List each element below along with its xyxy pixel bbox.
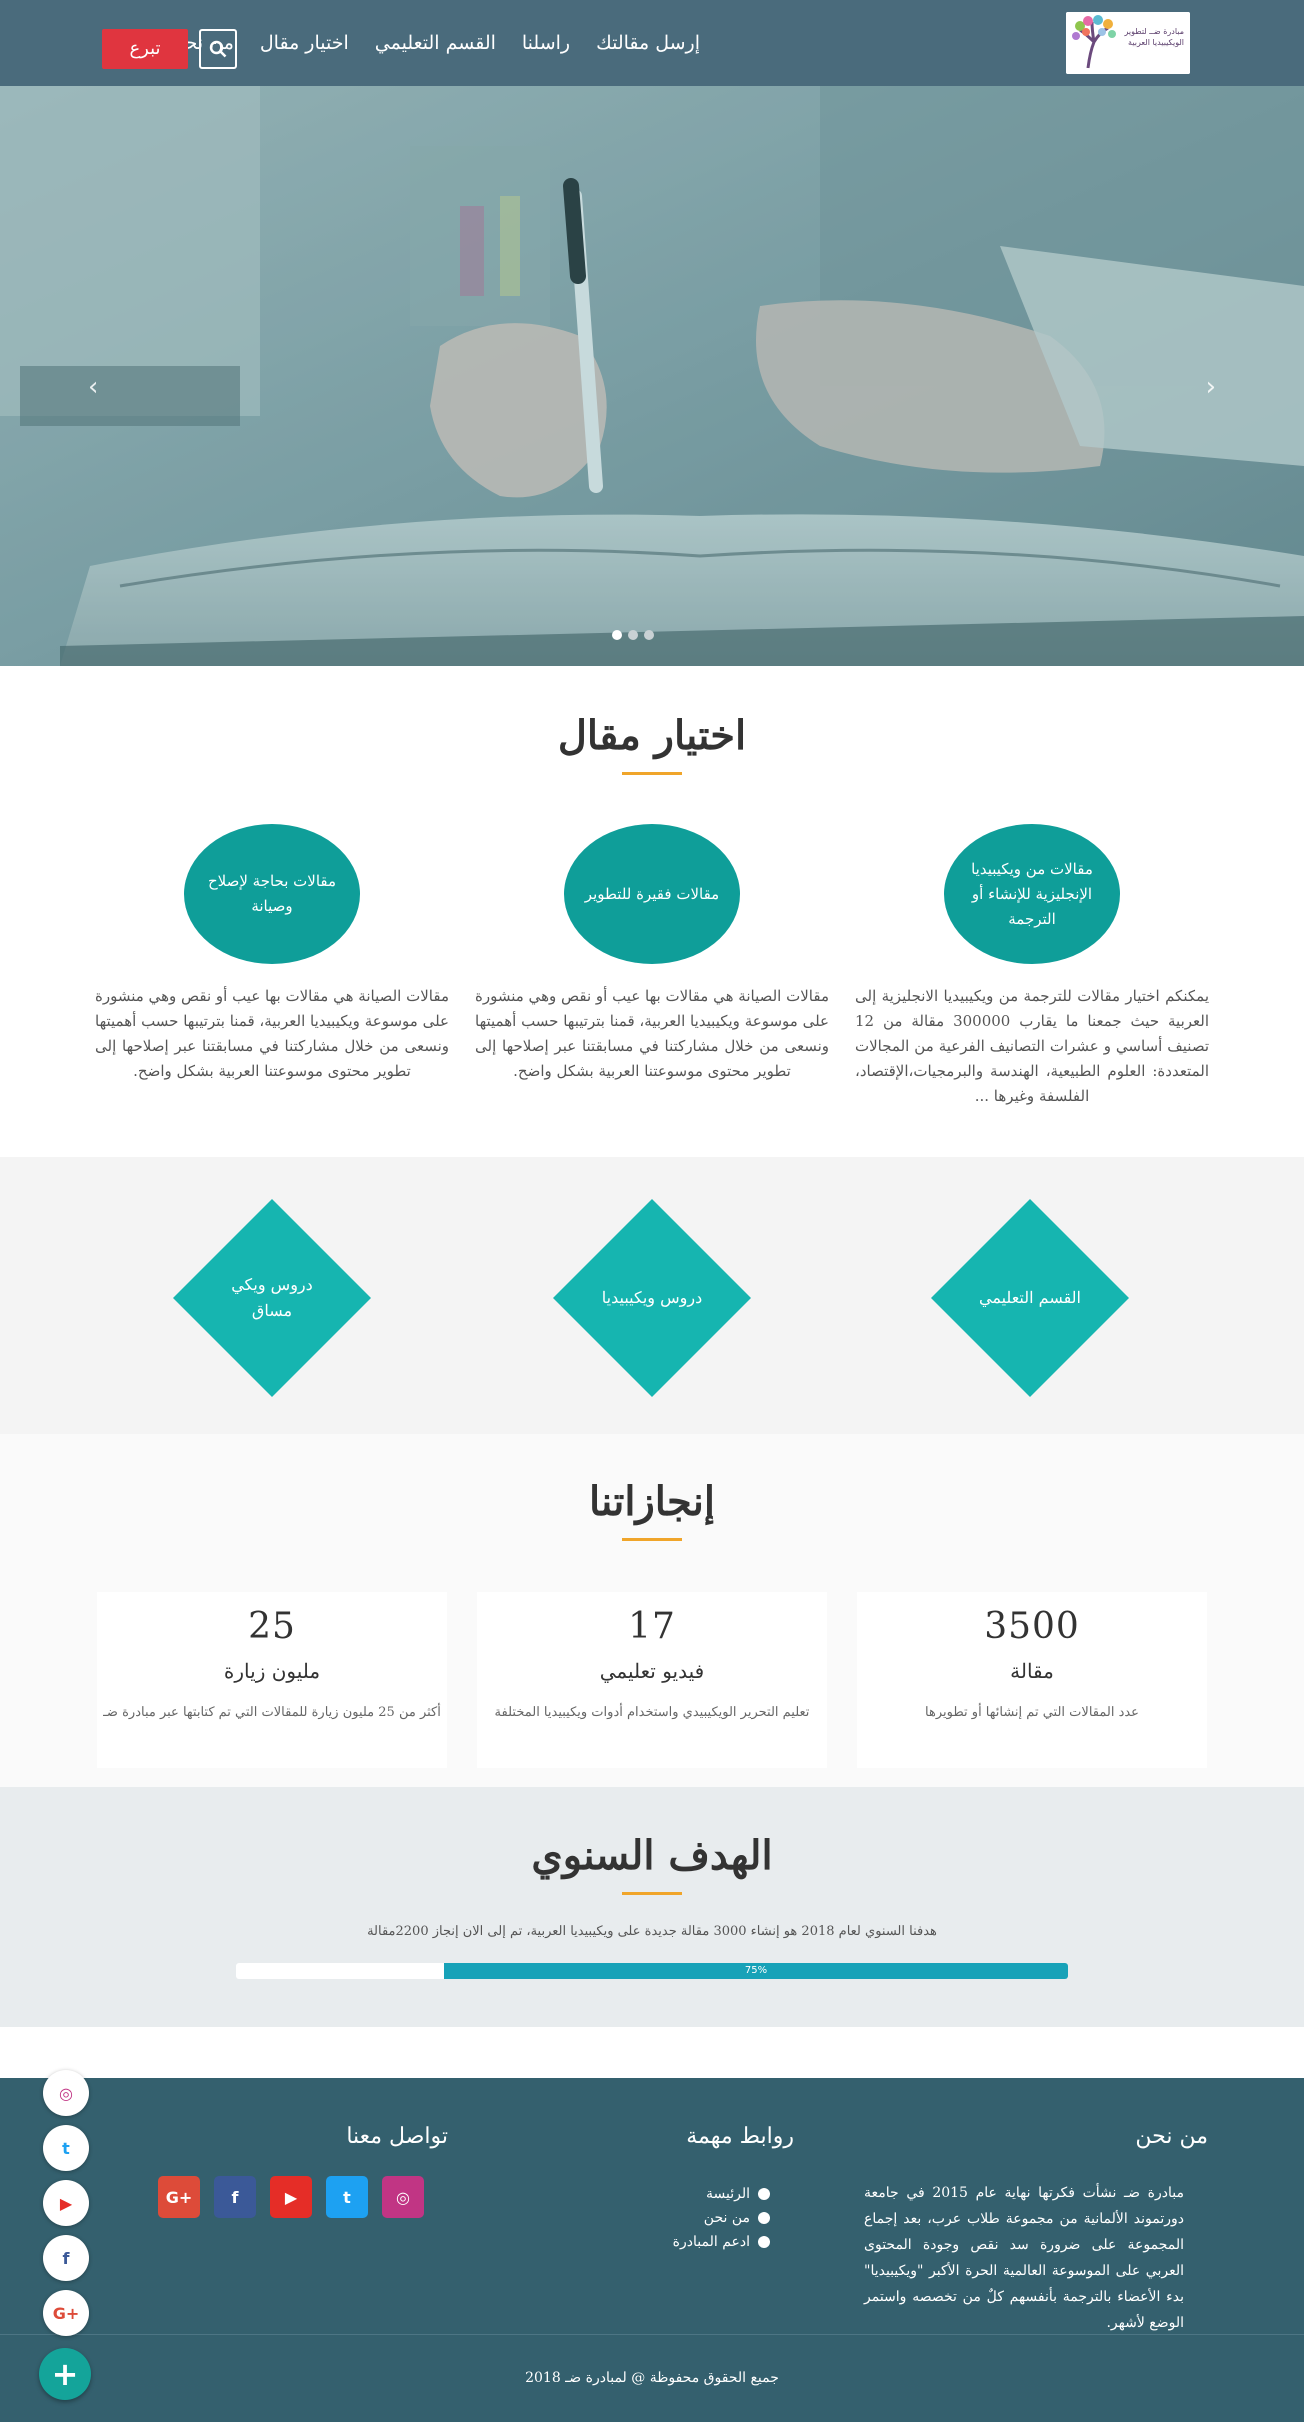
- share-toggle-button[interactable]: +: [39, 2348, 91, 2400]
- floating-google-plus-icon[interactable]: G+: [43, 2290, 89, 2336]
- slider-dot[interactable]: [644, 630, 654, 640]
- footer-contact-title: تواصل معنا: [346, 2124, 448, 2149]
- facebook-icon[interactable]: f: [214, 2176, 256, 2218]
- floating-youtube-icon[interactable]: ▶: [43, 2180, 89, 2226]
- hero-slider: ‹ ›: [0, 86, 1304, 666]
- achievements-title: إنجازاتنا: [588, 1478, 716, 1525]
- stat-label: فيديو تعليمي: [599, 1659, 705, 1683]
- category-poor-articles: مقالات فقيرة للتطوير مقالات الصيانة هي م…: [467, 824, 837, 1084]
- goal-progress-fill: 75%: [444, 1963, 1068, 1979]
- nav-contact[interactable]: راسلنا: [522, 32, 570, 54]
- twitter-icon[interactable]: t: [326, 2176, 368, 2218]
- stat-card-articles: 3500 مقالة عدد المقالات التي تم إنشائها …: [857, 1592, 1207, 1768]
- tile-label: دروس ويكيبيديا: [601, 1288, 703, 1307]
- logo-text: مبادرة ضــ لتطوير الويكيبيديا العربية: [1124, 27, 1184, 47]
- stat-card-videos: 17 فيديو تعليمي تعليم التحرير الويكيبيدي…: [477, 1592, 827, 1768]
- footer-social-links: G+ f ▶ t ◎: [158, 2176, 424, 2218]
- wiki-course-tile[interactable]: دروس ويكي مساق: [173, 1199, 371, 1397]
- site-header: مبادرة ضــ لتطوير الويكيبيديا العربية من…: [0, 0, 1304, 86]
- category-circle-poor[interactable]: مقالات فقيرة للتطوير: [564, 824, 740, 964]
- education-section-tile[interactable]: القسم التعليمي: [931, 1199, 1129, 1397]
- site-footer: من نحن مبادرة ضـ نشأت فكرتها نهاية عام 2…: [0, 2078, 1304, 2422]
- floating-twitter-icon[interactable]: t: [43, 2125, 89, 2171]
- site-logo[interactable]: مبادرة ضــ لتطوير الويكيبيديا العربية: [1066, 12, 1190, 74]
- footer-links-list: الرئيسة من نحن ادعم المبادرة: [673, 2182, 770, 2254]
- category-text: مقالات الصيانة هي مقالات بها عيب أو نقص …: [95, 987, 449, 1080]
- prev-slide-arrow[interactable]: ‹: [88, 372, 98, 402]
- footer-about-title: من نحن: [1135, 2124, 1208, 2149]
- category-circle-maintenance[interactable]: مقالات بحاجة لإصلاح وصيانة: [184, 824, 360, 964]
- category-circle-translation[interactable]: مقالات من ويكيبيديا الإنجليزية للإنشاء أ…: [944, 824, 1120, 964]
- footer-links-title: روابط مهمة: [686, 2124, 794, 2149]
- title-underline: [622, 1892, 682, 1895]
- footer-link-about[interactable]: من نحن: [673, 2206, 770, 2230]
- footer-divider: [0, 2334, 1304, 2335]
- title-underline: [622, 1538, 682, 1541]
- instagram-icon[interactable]: ◎: [382, 2176, 424, 2218]
- tile-label: دروس ويكي مساق: [231, 1275, 313, 1320]
- stat-number: 3500: [984, 1606, 1080, 1647]
- goal-progress-bar: 75%: [236, 1963, 1068, 1979]
- stat-number: 17: [628, 1606, 676, 1647]
- search-button[interactable]: [199, 29, 237, 69]
- wikipedia-lessons-tile[interactable]: دروس ويكيبيديا: [553, 1199, 751, 1397]
- nav-choose-article[interactable]: اختيار مقال: [260, 32, 349, 54]
- annual-goal-title: الهدف السنوي: [531, 1832, 773, 1879]
- google-plus-icon[interactable]: G+: [158, 2176, 200, 2218]
- search-icon: [209, 40, 227, 58]
- footer-link-home[interactable]: الرئيسة: [673, 2182, 770, 2206]
- annual-goal-text: هدفنا السنوي لعام 2018 هو إنشاء 3000 مقا…: [367, 1924, 937, 1939]
- stat-description: تعليم التحرير الويكيبيدي واستخدام أدوات …: [494, 1705, 810, 1720]
- title-underline: [622, 772, 682, 775]
- nav-submit-article[interactable]: إرسل مقالتك: [596, 32, 700, 54]
- hero-image: [0, 86, 1304, 666]
- footer-link-support[interactable]: ادعم المبادرة: [673, 2230, 770, 2254]
- next-slide-arrow[interactable]: ›: [1206, 372, 1216, 402]
- stat-number: 25: [248, 1606, 296, 1647]
- slider-dots: [612, 630, 654, 640]
- youtube-icon[interactable]: ▶: [270, 2176, 312, 2218]
- category-maintenance: مقالات بحاجة لإصلاح وصيانة مقالات الصيان…: [87, 824, 457, 1084]
- stat-card-visits: 25 مليون زيارة أكثر من 25 مليون زيارة لل…: [97, 1592, 447, 1768]
- category-text: يمكنكم اختيار مقالات للترجمة من ويكيبيدي…: [855, 987, 1209, 1105]
- stat-label: مقالة: [1010, 1659, 1054, 1683]
- nav-education[interactable]: القسم التعليمي: [375, 32, 496, 54]
- floating-instagram-icon[interactable]: ◎: [43, 2070, 89, 2116]
- stat-description: أكثر من 25 مليون زيارة للمقالات التي تم …: [103, 1705, 441, 1720]
- stat-description: عدد المقالات التي تم إنشائها أو تطويرها: [925, 1705, 1139, 1720]
- article-selection-title: اختيار مقال: [557, 712, 747, 759]
- annual-goal-band: [0, 1787, 1304, 2027]
- category-translation: مقالات من ويكيبيديا الإنجليزية للإنشاء أ…: [847, 824, 1217, 1109]
- tile-label: القسم التعليمي: [979, 1288, 1081, 1307]
- stat-label: مليون زيارة: [223, 1659, 321, 1683]
- main-nav: من نحن اختيار مقال القسم التعليمي راسلنا…: [171, 0, 700, 86]
- floating-facebook-icon[interactable]: f: [43, 2235, 89, 2281]
- footer-about-text: مبادرة ضـ نشأت فكرتها نهاية عام 2015 في …: [864, 2185, 1184, 2331]
- slider-dot[interactable]: [628, 630, 638, 640]
- slider-dot[interactable]: [612, 630, 622, 640]
- category-text: مقالات الصيانة هي مقالات بها عيب أو نقص …: [475, 987, 829, 1080]
- donate-button[interactable]: تبرع: [102, 29, 188, 69]
- copyright-text: جميع الحقوق محفوظة @ لمبادرة ضـ 2018: [525, 2370, 779, 2386]
